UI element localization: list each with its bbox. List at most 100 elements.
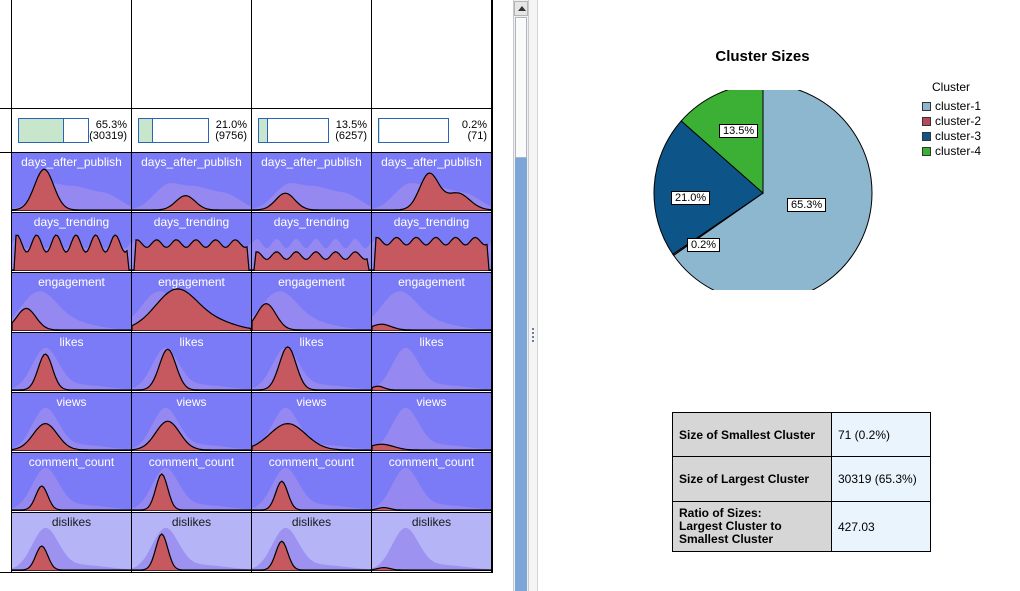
scroll-up-button[interactable] (514, 1, 528, 16)
stats-row: Size of Smallest Cluster 71 (0.2%) (672, 412, 931, 457)
profile-grid-body: 65.3% (30319) 21.0% (9756) 13.5% (6257) 0.2% (7… (0, 0, 512, 591)
feature-distribution-cell[interactable]: engagement (372, 273, 491, 331)
feature-distribution-cell[interactable]: likes (252, 333, 371, 391)
feature-label: views (416, 395, 447, 409)
feature-distribution-cell[interactable]: engagement (132, 273, 251, 331)
feature-distribution-cell[interactable]: dislikes (132, 513, 251, 571)
scroll-track[interactable] (515, 158, 527, 591)
feature-distribution-cell[interactable]: days_trending (132, 213, 251, 271)
feature-distribution-cell[interactable]: dislikes (252, 513, 371, 571)
pie-slice-label: 13.5% (719, 124, 759, 138)
cluster-size-cell: 0.2% (71) (372, 109, 491, 151)
feature-distribution-cell[interactable]: days_trending (372, 213, 491, 271)
feature-label: views (56, 395, 87, 409)
feature-label: days_after_publish (261, 155, 362, 169)
feature-label: days_after_publish (21, 155, 122, 169)
pie-legend: Cluster cluster-1 cluster-2 cluster-3 clust… (920, 80, 981, 159)
pie-slice-label: 0.2% (687, 238, 721, 252)
cluster-size-bar (18, 118, 89, 143)
feature-distribution-cell[interactable]: comment_count (12, 453, 131, 511)
feature-distribution-cell[interactable]: days_trending (252, 213, 371, 271)
stats-key: Ratio of Sizes: Largest Cluster to Small… (672, 501, 832, 552)
pie-slice-label: 21.0% (671, 191, 711, 205)
feature-distribution-cell[interactable]: days_after_publish (252, 153, 371, 211)
overall-density-area (12, 347, 131, 391)
overall-density-area (372, 291, 491, 331)
legend-swatch (922, 117, 931, 126)
feature-label: views (296, 395, 327, 409)
feature-label: dislikes (411, 515, 452, 529)
legend-item: cluster-1 (920, 99, 981, 114)
legend-swatch (922, 147, 931, 156)
feature-distribution-cell[interactable]: views (372, 393, 491, 451)
grid-column-line (11, 0, 12, 573)
legend-swatch (922, 102, 931, 111)
feature-label: views (176, 395, 207, 409)
panel-splitter[interactable] (529, 0, 538, 591)
grid-row-line (0, 108, 492, 109)
feature-distribution-cell[interactable]: views (252, 393, 371, 451)
feature-label: engagement (38, 275, 105, 289)
feature-distribution-cell[interactable]: likes (132, 333, 251, 391)
overall-density-area (132, 347, 251, 391)
feature-distribution-cell[interactable]: comment_count (132, 453, 251, 511)
feature-distribution-cell[interactable]: days_after_publish (132, 153, 251, 211)
feature-distribution-cell[interactable]: dislikes (372, 513, 491, 571)
feature-distribution-cell[interactable]: likes (12, 333, 131, 391)
pie-chart (653, 90, 873, 290)
feature-distribution-cell[interactable]: days_after_publish (12, 153, 131, 211)
feature-label: days_trending (33, 215, 110, 229)
feature-label: dislikes (291, 515, 332, 529)
feature-distribution-cell[interactable]: views (132, 393, 251, 451)
cluster-size-bar (258, 118, 329, 143)
feature-distribution-cell[interactable]: engagement (252, 273, 371, 331)
overall-density-area (372, 527, 491, 571)
feature-distribution-cell[interactable]: views (12, 393, 131, 451)
feature-distribution-cell[interactable]: dislikes (12, 513, 131, 571)
feature-label: likes (59, 335, 84, 349)
legend-label: cluster-1 (935, 99, 982, 113)
grid-row-line (11, 512, 492, 513)
cluster-size-cell: 21.0% (9756) (132, 109, 251, 151)
legend-title: Cluster (932, 80, 971, 94)
feature-label: dislikes (171, 515, 212, 529)
feature-label: days_trending (273, 215, 350, 229)
arrow-up-icon (518, 6, 526, 11)
feature-distribution-cell[interactable]: days_after_publish (372, 153, 491, 211)
vertical-scrollbar[interactable] (513, 0, 529, 591)
stats-key: Size of Largest Cluster (672, 456, 832, 502)
legend-swatch (922, 132, 931, 141)
grid-column-line (131, 0, 132, 573)
overall-density-area (12, 527, 131, 571)
overall-density-area (252, 527, 371, 571)
cluster-density-area (132, 239, 251, 271)
overall-density-area (252, 347, 371, 391)
feature-distribution-cell[interactable]: engagement (12, 273, 131, 331)
grid-row-line (11, 392, 492, 393)
pie-chart-title: Cluster Sizes (715, 48, 810, 65)
stats-row: Size of Largest Cluster 30319 (65.3%) (672, 456, 931, 502)
feature-distribution-cell[interactable]: comment_count (372, 453, 491, 511)
feature-distribution-cell[interactable]: days_trending (12, 213, 131, 271)
grid-column-line (371, 0, 372, 573)
feature-distribution-cell[interactable]: likes (372, 333, 491, 391)
scroll-thumb[interactable] (515, 17, 527, 158)
legend-item: cluster-3 (920, 129, 981, 144)
legend-item: cluster-4 (920, 144, 981, 159)
cluster-density-area (372, 236, 491, 271)
feature-label: likes (179, 335, 204, 349)
feature-distribution-cell[interactable]: comment_count (252, 453, 371, 511)
feature-label: comment_count (388, 455, 475, 469)
legend-label: cluster-4 (935, 144, 982, 158)
stats-value: 427.03 (831, 501, 931, 552)
grid-row-line (11, 212, 492, 213)
feature-label: comment_count (268, 455, 355, 469)
cluster-density-area (252, 422, 371, 451)
cluster-profile-grid[interactable]: 65.3% (30319) 21.0% (9756) 13.5% (6257) 0.2% (7… (0, 0, 512, 591)
grid-row-line (11, 452, 492, 453)
overall-density-area (372, 407, 491, 451)
grid-row-line (0, 152, 492, 153)
feature-label: days_trending (393, 215, 470, 229)
cluster-size-cell: 13.5% (6257) (252, 109, 371, 151)
overall-density-area (12, 467, 131, 511)
